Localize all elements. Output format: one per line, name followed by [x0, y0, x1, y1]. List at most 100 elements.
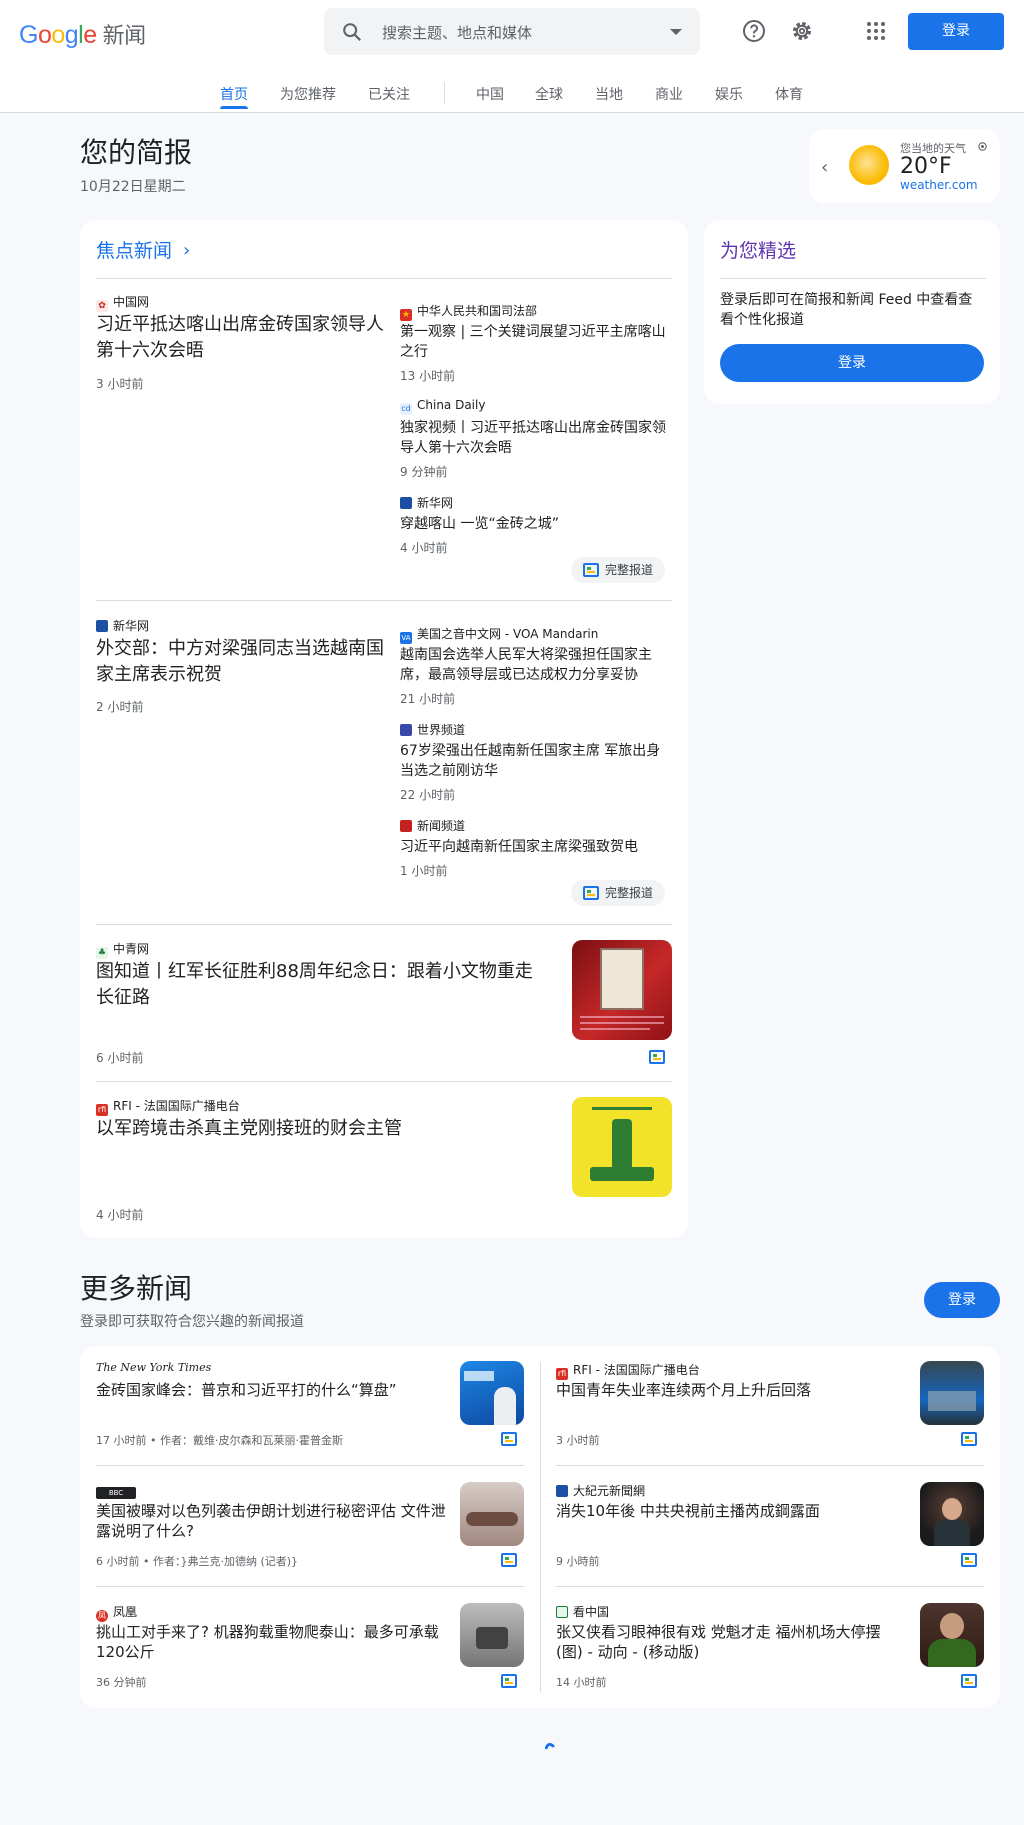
tab-business[interactable]: 商业 — [655, 84, 683, 104]
picks-signin-button[interactable]: 登录 — [720, 344, 984, 382]
story-thumbnail[interactable] — [920, 1482, 984, 1546]
story-thumbnail[interactable] — [460, 1603, 524, 1667]
full-coverage-icon[interactable] — [501, 1432, 517, 1446]
story-headline[interactable]: 外交部：中方对梁强同志当选越南国家主席表示祝贺 — [96, 636, 386, 688]
story-thumbnail[interactable] — [572, 940, 672, 1040]
tab-entertainment[interactable]: 娱乐 — [715, 84, 743, 104]
story-thumbnail[interactable] — [460, 1361, 524, 1425]
chevron-down-icon[interactable] — [670, 29, 682, 35]
story-thumbnail[interactable] — [572, 1097, 672, 1197]
story-headline[interactable]: 挑山工对手来了? 机器狗载重物爬泰山：最多可承载120公斤 — [96, 1622, 446, 1662]
full-coverage-icon[interactable] — [961, 1674, 977, 1688]
picks-heading: 为您精选 — [720, 240, 797, 262]
story-thumbnail[interactable] — [460, 1482, 524, 1546]
source-name: RFI - 法国国际广播电台 — [573, 1363, 700, 1377]
column-divider — [540, 1362, 541, 1692]
tab-local[interactable]: 当地 — [595, 84, 623, 104]
full-coverage-icon[interactable] — [961, 1432, 977, 1446]
story-headline[interactable]: 独家视频丨习近平抵达喀山出席金砖国家领导人第十六次会晤 — [400, 418, 672, 458]
search-icon[interactable] — [341, 21, 363, 43]
divider — [720, 278, 986, 279]
search-box[interactable]: 搜索主题、地点和媒体 — [324, 8, 700, 55]
source-label: cd China Daily — [400, 398, 485, 415]
full-coverage-icon[interactable] — [961, 1553, 977, 1567]
sun-icon — [849, 145, 889, 185]
divider — [556, 1586, 984, 1587]
more-news-heading: 更多新闻 — [80, 1272, 193, 1305]
story-headline[interactable]: 67岁梁强出任越南新任国家主席 军旅出身当选之前刚访华 — [400, 741, 672, 781]
story-headline[interactable]: 图知道丨红军长征胜利88周年纪念日：跟着小文物重走长征路 — [96, 959, 546, 1011]
story-headline[interactable]: 越南国会选举人民军大将梁强担任国家主席，最高领导层或已达成权力分享妥协 — [400, 645, 672, 685]
story-headline[interactable]: 消失10年後 中共央視前主播芮成鋼露面 — [556, 1501, 906, 1521]
chevron-right-icon[interactable]: › — [183, 240, 190, 261]
story-headline[interactable]: 习近平抵达喀山出席金砖国家领导人第十六次会晤 — [96, 312, 386, 364]
search-input[interactable]: 搜索主题、地点和媒体 — [382, 22, 532, 43]
source-name: RFI - 法国国际广播电台 — [113, 1099, 240, 1113]
source-name: 中青网 — [113, 942, 150, 956]
apps-grid-icon[interactable] — [864, 19, 888, 43]
full-coverage-icon[interactable] — [501, 1674, 517, 1688]
tab-sports[interactable]: 体育 — [775, 84, 803, 104]
source-name: 看中国 — [573, 1605, 610, 1619]
source-label: rfi RFI - 法国国际广播电台 — [96, 1097, 240, 1116]
story-headline[interactable]: 张又侠看习眼神很有戏 党魁才走 福州机场大停摆(图) - 动向 - (移动版) — [556, 1622, 906, 1662]
tab-home[interactable]: 首页 — [220, 84, 248, 109]
help-icon[interactable] — [742, 19, 766, 43]
source-label: rfi RFI - 法国国际广播电台 — [556, 1361, 700, 1380]
divider — [96, 600, 672, 601]
gear-icon[interactable] — [790, 19, 814, 43]
weather-widget[interactable]: ‹ 您当地的天气 20°F weather.com — [809, 129, 1000, 203]
tab-following[interactable]: 已关注 — [368, 84, 410, 104]
weather-source-link[interactable]: weather.com — [900, 178, 978, 192]
top-stories-heading[interactable]: 焦点新闻 — [96, 236, 172, 263]
story-headline[interactable]: 穿越喀山 一览“金砖之城” — [400, 514, 672, 534]
google-news-logo[interactable]: Google 新闻 — [19, 18, 146, 50]
person-image — [940, 1613, 964, 1639]
logo-letter: o — [37, 21, 52, 49]
more-news-signin-button[interactable]: 登录 — [924, 1282, 1000, 1318]
more-news-card: The New York Times 金砖国家峰会：普京和习近平打的什么“算盘”… — [80, 1346, 1000, 1708]
full-coverage-icon[interactable] — [501, 1553, 517, 1567]
source-name: 大紀元新聞網 — [573, 1484, 646, 1498]
story-time: 13 小时前 — [400, 369, 456, 383]
source-logo-icon — [556, 1606, 568, 1618]
source-label: VA 美国之音中文网 - VOA Mandarin — [400, 625, 598, 644]
source-name: 中国网 — [113, 295, 150, 309]
full-coverage-button[interactable]: 完整报道 — [571, 557, 666, 583]
caption-line — [580, 1016, 664, 1018]
story-headline[interactable]: 中国青年失业率连续两个月上升后回落 — [556, 1380, 906, 1400]
story-time: 4 小时前 — [96, 1208, 144, 1222]
source-name: 新华网 — [417, 496, 454, 510]
story-headline[interactable]: 以军跨境击杀真主党刚接班的财会主管 — [96, 1116, 546, 1142]
full-coverage-button[interactable]: 完整报道 — [571, 880, 666, 906]
caption-line — [580, 1028, 650, 1030]
banner-image — [464, 1371, 494, 1381]
missile-image — [466, 1512, 518, 1526]
source-label: 看中国 — [556, 1603, 609, 1620]
story-thumbnail[interactable] — [920, 1603, 984, 1667]
story-time: 9 分钟前 — [400, 465, 448, 479]
story-headline[interactable]: 美国被曝对以色列袭击伊朗计划进行秘密评估 文件泄露说明了什么? — [96, 1501, 446, 1541]
story-time: 6 小时前 — [96, 1051, 144, 1065]
divider — [556, 1465, 984, 1466]
tab-china[interactable]: 中国 — [476, 84, 504, 104]
story-headline[interactable]: 金砖国家峰会：普京和习近平打的什么“算盘” — [96, 1380, 446, 1400]
artifact-image — [600, 948, 644, 1010]
source-label: ♣ 中青网 — [96, 940, 149, 959]
caption-line — [580, 1022, 664, 1024]
signin-button[interactable]: 登录 — [908, 13, 1004, 50]
logo-suffix: 新闻 — [102, 24, 147, 49]
source-label: ★ 中华人民共和国司法部 — [400, 302, 537, 321]
story-headline[interactable]: 习近平向越南新任国家主席梁强致贺电 — [400, 837, 672, 857]
source-name: 新华网 — [113, 619, 150, 633]
full-coverage-icon[interactable] — [649, 1050, 665, 1064]
story-headline[interactable]: 第一观察 | 三个关键词展望习近平主席喀山之行 — [400, 322, 672, 362]
logo-letter: e — [83, 21, 97, 49]
divider — [96, 1586, 524, 1587]
story-thumbnail[interactable] — [920, 1361, 984, 1425]
source-name: 凤凰 — [113, 1605, 138, 1619]
tab-for-you[interactable]: 为您推荐 — [280, 84, 336, 104]
tab-divider — [444, 82, 445, 104]
chevron-left-icon[interactable]: ‹ — [821, 157, 828, 178]
tab-world[interactable]: 全球 — [535, 84, 563, 104]
